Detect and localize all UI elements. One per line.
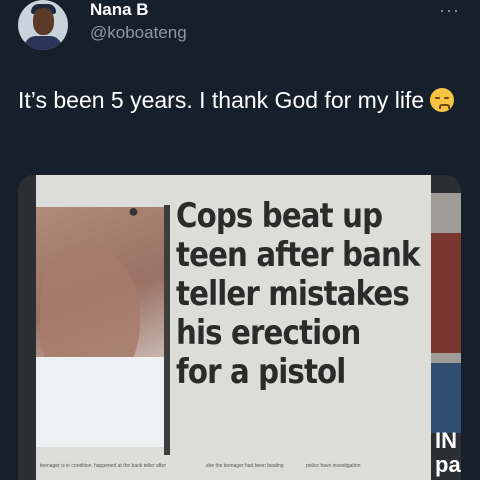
- avatar[interactable]: [18, 0, 68, 50]
- side-advert: IN pa: [431, 193, 461, 477]
- fine-print-text: happened at the bank teller after: [94, 463, 166, 469]
- tweet-header: Nana B @koboateng ···: [18, 0, 468, 56]
- fine-print-text: teenager is in condition: [40, 463, 92, 469]
- newspaper-photo: [36, 207, 166, 447]
- headline-line: for a pistol: [176, 352, 346, 392]
- newspaper-clipping: ● Cops beat up teen after bank teller mi…: [36, 175, 431, 480]
- tweet-text-content: It’s been 5 years. I thank God for my li…: [18, 87, 425, 113]
- avatar-face: [33, 8, 54, 35]
- pensive-face-emoji: [430, 88, 455, 112]
- headline-rule: [164, 205, 170, 455]
- newspaper-fine-print: teenager is in condition happened at the…: [36, 463, 366, 480]
- newspaper-headline: Cops beat up teen after bank teller mist…: [176, 196, 420, 392]
- headline-line: teller mistakes: [176, 274, 410, 314]
- headline-line: teen after bank: [176, 235, 420, 275]
- tweet-media-image[interactable]: ● Cops beat up teen after bank teller mi…: [18, 175, 461, 480]
- headline-line: his erection: [176, 313, 361, 353]
- author-handle[interactable]: @koboateng: [90, 23, 187, 43]
- side-advert-text: IN pa: [435, 429, 461, 477]
- headline-line: Cops beat up: [176, 196, 383, 236]
- tweet-text: It’s been 5 years. I thank God for my li…: [18, 84, 458, 116]
- avatar-shirt: [24, 36, 62, 50]
- fine-print-text: she the teenager had been beating: [206, 463, 284, 469]
- more-horizontal-icon[interactable]: ···: [439, 0, 460, 21]
- bullet-mark: ●: [128, 201, 139, 221]
- author-name[interactable]: Nana B: [90, 0, 149, 20]
- fine-print-text: police have investigation: [306, 463, 361, 469]
